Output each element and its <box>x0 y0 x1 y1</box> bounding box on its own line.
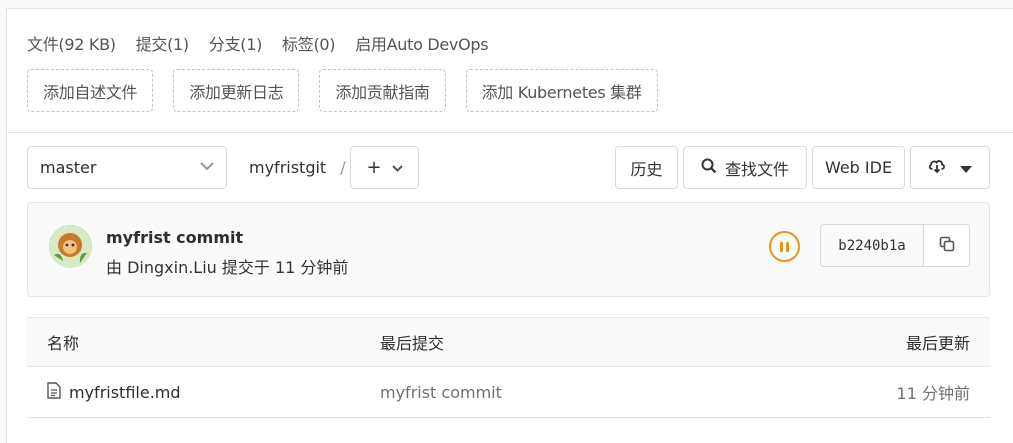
caret-down-icon <box>960 158 972 177</box>
tags-stat-link[interactable]: 标签(0) <box>282 31 335 55</box>
copy-icon <box>939 236 955 256</box>
file-last-commit-link[interactable]: myfrist commit <box>380 367 502 417</box>
find-file-label: 查找文件 <box>724 159 789 179</box>
commit-title-link[interactable]: myfrist commit <box>106 228 243 247</box>
add-contributing-button[interactable]: 添加贡献指南 <box>319 69 446 112</box>
enable-autodevops-link[interactable]: 启用Auto DevOps <box>355 31 488 55</box>
commit-sha[interactable]: b2240b1a <box>821 225 924 266</box>
branch-selector[interactable]: master <box>27 146 227 189</box>
header-last-update: 最后更新 <box>905 334 970 353</box>
file-last-update: 11 分钟前 <box>896 384 970 403</box>
add-kubernetes-cluster-button[interactable]: 添加 Kubernetes 集群 <box>465 69 658 112</box>
commit-sha-group: b2240b1a <box>820 224 970 267</box>
add-dropdown-button[interactable]: + <box>350 146 419 189</box>
branches-stat-link[interactable]: 分支(1) <box>209 31 262 55</box>
file-tree-table: 名称 最后提交 最后更新 myfristfile.md myfrist comm… <box>27 317 990 418</box>
header-last-commit: 最后提交 <box>380 334 445 353</box>
table-header: 名称 最后提交 最后更新 <box>27 317 990 367</box>
files-stat-link[interactable]: 文件(92 KB) <box>27 31 116 55</box>
file-name-link[interactable]: myfristfile.md <box>69 383 181 402</box>
breadcrumb-repo-link[interactable]: myfristgit <box>249 158 326 177</box>
breadcrumb: myfristgit / <box>249 146 356 189</box>
add-readme-button[interactable]: 添加自述文件 <box>27 69 154 112</box>
chevron-down-icon <box>200 160 214 175</box>
search-icon <box>701 158 717 178</box>
download-dropdown-button[interactable] <box>910 146 990 189</box>
project-panel: 文件(92 KB) 提交(1) 分支(1) 标签(0) 启用Auto DevOp… <box>6 8 1013 443</box>
table-row[interactable]: myfristfile.md myfrist commit 11 分钟前 <box>27 367 990 418</box>
last-commit-card: myfrist commit 由 Dingxin.Liu 提交于 11 分钟前 … <box>27 202 990 297</box>
repo-toolbar: master myfristgit / + 历史 查找文件 Web IDE <box>27 146 991 189</box>
branch-name: master <box>40 158 97 177</box>
web-ide-button[interactable]: Web IDE <box>812 146 905 189</box>
cloud-download-icon <box>928 158 946 178</box>
find-file-button[interactable]: 查找文件 <box>683 146 807 189</box>
copy-sha-button[interactable] <box>924 225 969 266</box>
commits-stat-link[interactable]: 提交(1) <box>136 31 189 55</box>
add-buttons-row: 添加自述文件 添加更新日志 添加贡献指南 添加 Kubernetes 集群 <box>27 69 658 112</box>
history-button[interactable]: 历史 <box>615 146 678 189</box>
header-name: 名称 <box>47 334 80 353</box>
file-name-cell[interactable]: myfristfile.md <box>47 367 181 417</box>
chevron-down-icon <box>391 161 403 175</box>
breadcrumb-separator: / <box>340 158 346 177</box>
plus-icon: + <box>366 157 382 178</box>
commit-meta: 由 Dingxin.Liu 提交于 11 分钟前 <box>106 258 349 277</box>
avatar[interactable] <box>49 225 92 268</box>
project-stats: 文件(92 KB) 提交(1) 分支(1) 标签(0) 启用Auto DevOp… <box>27 31 489 55</box>
file-icon <box>47 381 61 403</box>
section-divider <box>7 132 1013 133</box>
add-changelog-button[interactable]: 添加更新日志 <box>173 69 300 112</box>
pipeline-paused-icon[interactable] <box>769 231 800 262</box>
